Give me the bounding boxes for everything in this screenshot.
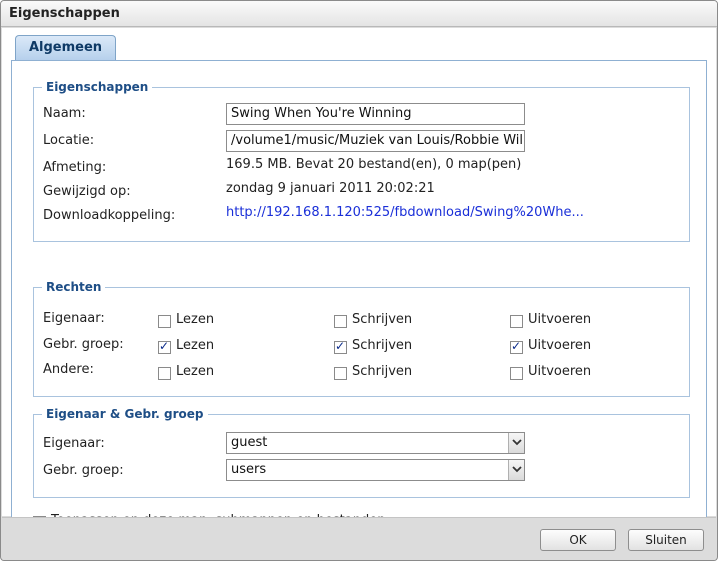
close-button[interactable]: Sluiten <box>628 529 704 551</box>
download-link-label: Downloadkoppeling: <box>43 208 176 223</box>
rights-legend: Rechten <box>42 280 106 294</box>
owner-write-label[interactable]: Schrijven <box>352 312 412 327</box>
group-execute-checkbox[interactable] <box>510 339 523 354</box>
dialog-title: Eigenschappen <box>9 6 120 21</box>
tab-panel-general: Eigenschappen Naam: Swing When You're Wi… <box>11 60 707 546</box>
group-read-checkbox[interactable] <box>158 339 171 354</box>
dialog-body: Algemeen Eigenschappen Naam: Swing When … <box>2 28 716 546</box>
other-execute-label[interactable]: Uitvoeren <box>528 364 591 379</box>
group-write-checkbox[interactable] <box>334 339 347 354</box>
other-write-checkbox[interactable] <box>334 367 347 380</box>
title-bar[interactable]: Eigenschappen <box>1 1 717 27</box>
chevron-down-icon[interactable] <box>508 433 524 453</box>
other-read-checkbox[interactable] <box>158 367 171 380</box>
name-input[interactable]: Swing When You're Winning <box>226 103 525 125</box>
ownership-group: Eigenaar & Gebr. groep Eigenaar: guest G… <box>33 407 690 498</box>
tab-general[interactable]: Algemeen <box>15 35 116 60</box>
owner-write-checkbox[interactable] <box>334 315 347 328</box>
owner-execute-checkbox[interactable] <box>510 315 523 328</box>
other-execute-checkbox[interactable] <box>510 367 523 380</box>
owner-execute-label[interactable]: Uitvoeren <box>528 312 591 327</box>
location-input[interactable]: /volume1/music/Muziek van Louis/Robbie W… <box>226 130 525 152</box>
owner-select-label: Eigenaar: <box>43 436 105 451</box>
properties-dialog: Eigenschappen Algemeen Eigenschappen Naa… <box>0 0 718 561</box>
owner-read-label[interactable]: Lezen <box>176 312 214 327</box>
group-write-label[interactable]: Schrijven <box>352 338 412 353</box>
size-value: 169.5 MB. Bevat 20 bestand(en), 0 map(pe… <box>226 157 522 172</box>
owner-read-checkbox[interactable] <box>158 315 171 328</box>
other-read-label[interactable]: Lezen <box>176 364 214 379</box>
rights-owner-label: Eigenaar: <box>43 311 105 326</box>
properties-group: Eigenschappen Naam: Swing When You're Wi… <box>33 80 690 242</box>
download-link[interactable]: http://192.168.1.120:525/fbdownload/Swin… <box>226 205 584 220</box>
chevron-down-icon[interactable] <box>508 460 524 480</box>
ok-button[interactable]: OK <box>540 529 616 551</box>
other-write-label[interactable]: Schrijven <box>352 364 412 379</box>
name-label: Naam: <box>43 106 86 121</box>
modified-label: Gewijzigd op: <box>43 184 131 199</box>
location-label: Locatie: <box>43 133 95 148</box>
modified-value: zondag 9 januari 2011 20:02:21 <box>226 181 435 196</box>
group-select[interactable]: users <box>226 459 525 481</box>
group-execute-label[interactable]: Uitvoeren <box>528 338 591 353</box>
group-select-value: users <box>231 462 267 477</box>
group-select-label: Gebr. groep: <box>43 463 124 478</box>
rights-group-label: Gebr. groep: <box>43 337 124 352</box>
properties-legend: Eigenschappen <box>42 80 153 94</box>
dialog-footer: OK Sluiten <box>2 517 716 560</box>
group-read-label[interactable]: Lezen <box>176 338 214 353</box>
size-label: Afmeting: <box>43 160 107 175</box>
ownership-legend: Eigenaar & Gebr. groep <box>42 407 208 421</box>
rights-other-label: Andere: <box>43 362 94 377</box>
owner-select-value: guest <box>231 435 268 450</box>
owner-select[interactable]: guest <box>226 432 525 454</box>
rights-group: Rechten Eigenaar: Lezen Schrijven Uitvoe… <box>33 280 690 397</box>
